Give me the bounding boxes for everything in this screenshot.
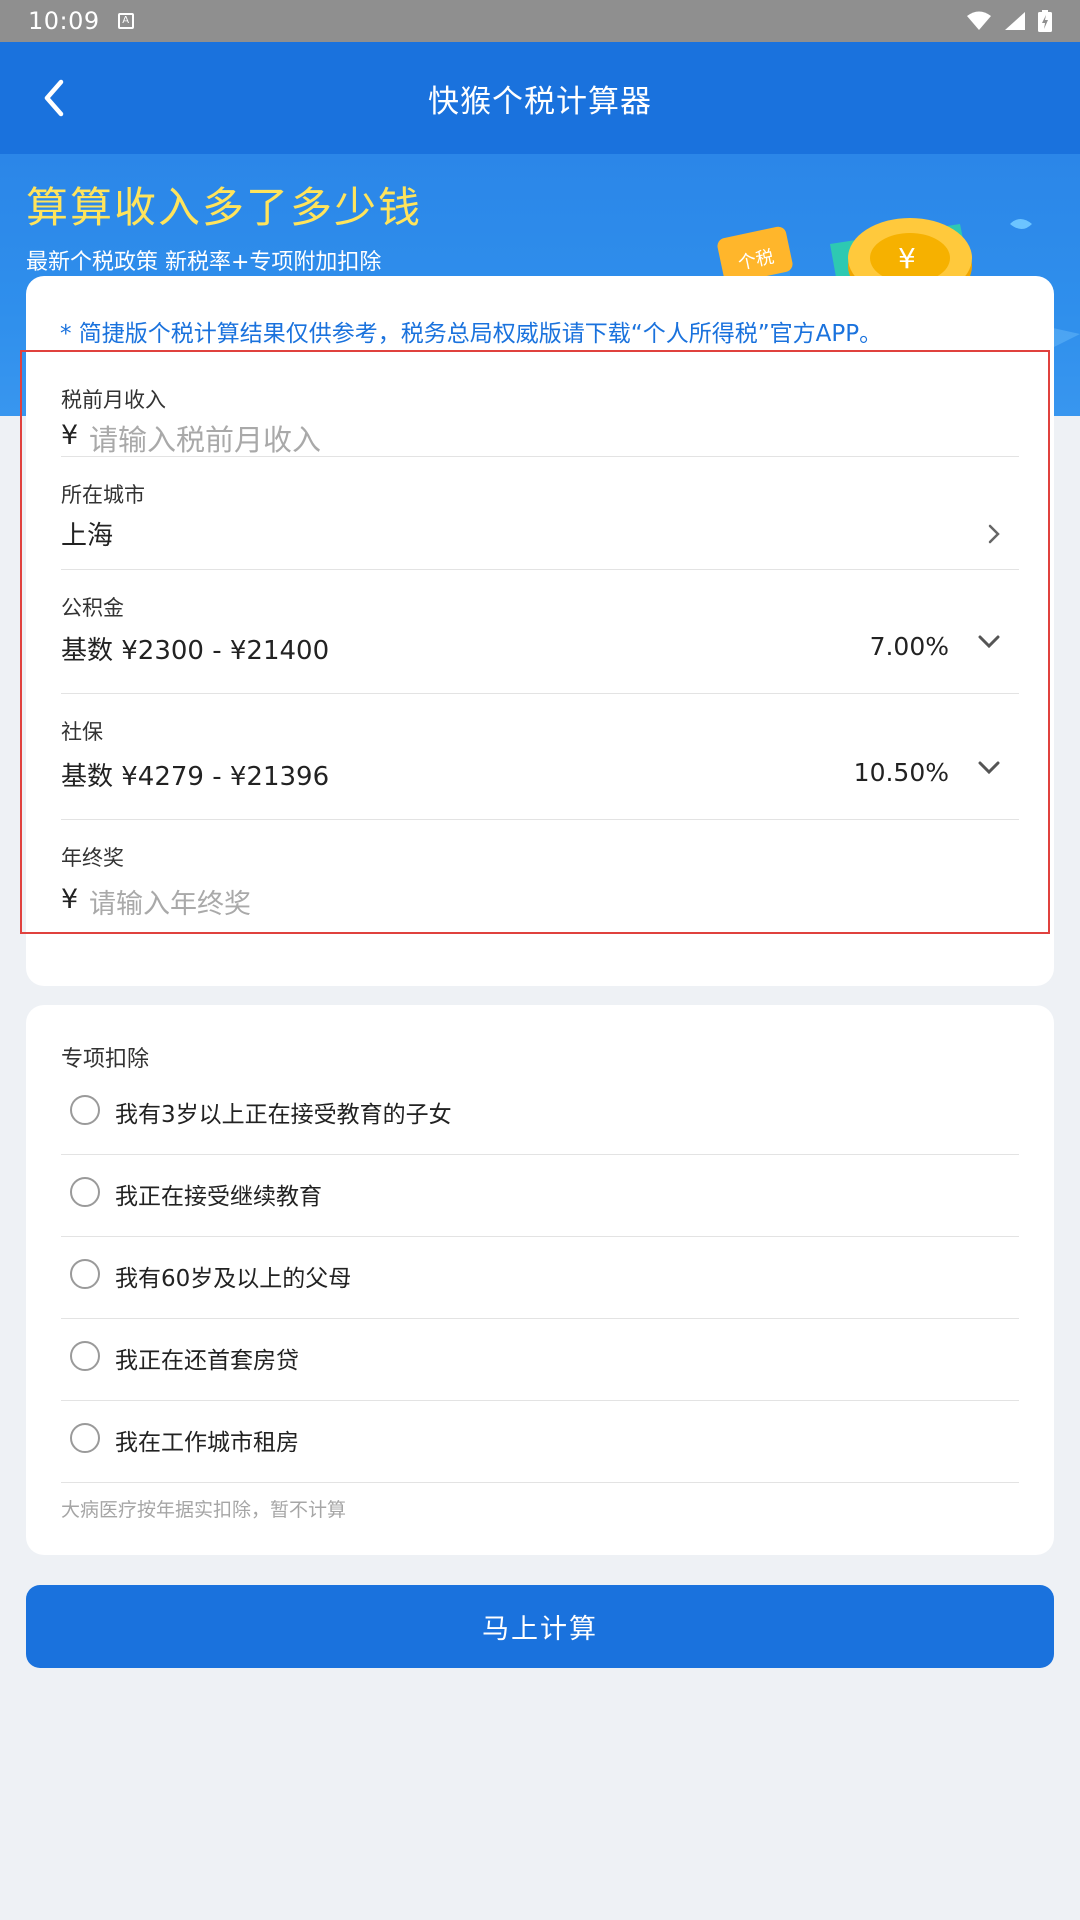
battery-charging-icon <box>1038 10 1052 32</box>
social-insurance-label: 社保 <box>61 720 103 744</box>
bonus-field[interactable]: 年终奖 ¥ 请输入年终奖 <box>61 820 1019 930</box>
option-label: 我在工作城市租房 <box>115 1430 299 1456</box>
notice-text: * 简捷版个税计算结果仅供参考，税务总局权威版请下载“个人所得税”官方APP。 <box>60 321 883 347</box>
social-insurance-base: 基数 ¥4279 - ¥21396 <box>61 762 330 792</box>
radio-button[interactable] <box>70 1341 100 1371</box>
calculate-button[interactable]: 马上计算 <box>26 1585 1054 1668</box>
option-label: 我有60岁及以上的父母 <box>115 1266 352 1292</box>
option-label: 我正在还首套房贷 <box>115 1348 299 1374</box>
chevron-down-icon[interactable] <box>977 760 1001 776</box>
chevron-right-icon <box>988 524 1000 544</box>
bonus-input[interactable]: 请输入年终奖 <box>89 882 251 921</box>
radio-button[interactable] <box>70 1177 100 1207</box>
city-label: 所在城市 <box>61 483 145 507</box>
income-label: 税前月收入 <box>61 388 166 412</box>
wifi-icon <box>967 11 991 30</box>
social-insurance-selector[interactable]: 社保 基数 ¥4279 - ¥21396 10.50% <box>61 694 1019 820</box>
city-value: 上海 <box>61 521 114 551</box>
banner-headline: 算算收入多了多少钱 <box>26 183 423 232</box>
back-button[interactable] <box>26 70 82 126</box>
banner-subline: 最新个税政策 新税率+专项附加扣除 <box>26 250 382 275</box>
option-label: 我正在接受继续教育 <box>115 1184 322 1210</box>
deduction-option-children[interactable]: 我有3岁以上正在接受教育的子女 <box>61 1073 1019 1155</box>
social-insurance-rate: 10.50% <box>853 758 949 787</box>
bonus-currency: ¥ <box>61 884 79 915</box>
deduction-note: 大病医疗按年据实扣除，暂不计算 <box>61 1499 347 1521</box>
chevron-left-icon <box>44 79 64 117</box>
tax-form-card: * 简捷版个税计算结果仅供参考，税务总局权威版请下载“个人所得税”官方APP。 … <box>26 276 1054 986</box>
radio-button[interactable] <box>70 1259 100 1289</box>
app-bar: 快猴个税计算器 <box>0 42 1080 154</box>
option-label: 我有3岁以上正在接受教育的子女 <box>115 1102 452 1128</box>
status-icons <box>966 10 1052 32</box>
chevron-down-icon[interactable] <box>977 634 1001 650</box>
housing-fund-label: 公积金 <box>61 596 124 620</box>
income-field[interactable]: 税前月收入 ¥ 请输入税前月收入 <box>61 364 1019 457</box>
deduction-title: 专项扣除 <box>61 1047 150 1072</box>
income-input[interactable]: 请输入税前月收入 <box>89 417 321 459</box>
income-currency: ¥ <box>61 420 79 451</box>
page-title: 快猴个税计算器 <box>428 83 652 120</box>
signal-icon <box>1005 12 1025 30</box>
deduction-card: 专项扣除 我有3岁以上正在接受教育的子女 我正在接受继续教育 我有60岁及以上的… <box>26 1005 1054 1555</box>
bonus-label: 年终奖 <box>61 846 124 870</box>
radio-button[interactable] <box>70 1423 100 1453</box>
city-selector[interactable]: 所在城市 上海 <box>61 457 1019 570</box>
deduction-option-education[interactable]: 我正在接受继续教育 <box>61 1155 1019 1237</box>
deduction-option-rent[interactable]: 我在工作城市租房 <box>61 1401 1019 1483</box>
radio-button[interactable] <box>70 1095 100 1125</box>
housing-fund-rate: 7.00% <box>869 632 949 661</box>
deduction-option-mortgage[interactable]: 我正在还首套房贷 <box>61 1319 1019 1401</box>
status-time: 10:09 <box>28 7 100 35</box>
status-bar: 10:09 A <box>0 0 1080 42</box>
housing-fund-base: 基数 ¥2300 - ¥21400 <box>61 636 330 666</box>
deduction-option-parents[interactable]: 我有60岁及以上的父母 <box>61 1237 1019 1319</box>
a-icon: A <box>117 13 134 29</box>
coin-symbol: ¥ <box>898 242 916 275</box>
housing-fund-selector[interactable]: 公积金 基数 ¥2300 - ¥21400 7.00% <box>61 570 1019 694</box>
